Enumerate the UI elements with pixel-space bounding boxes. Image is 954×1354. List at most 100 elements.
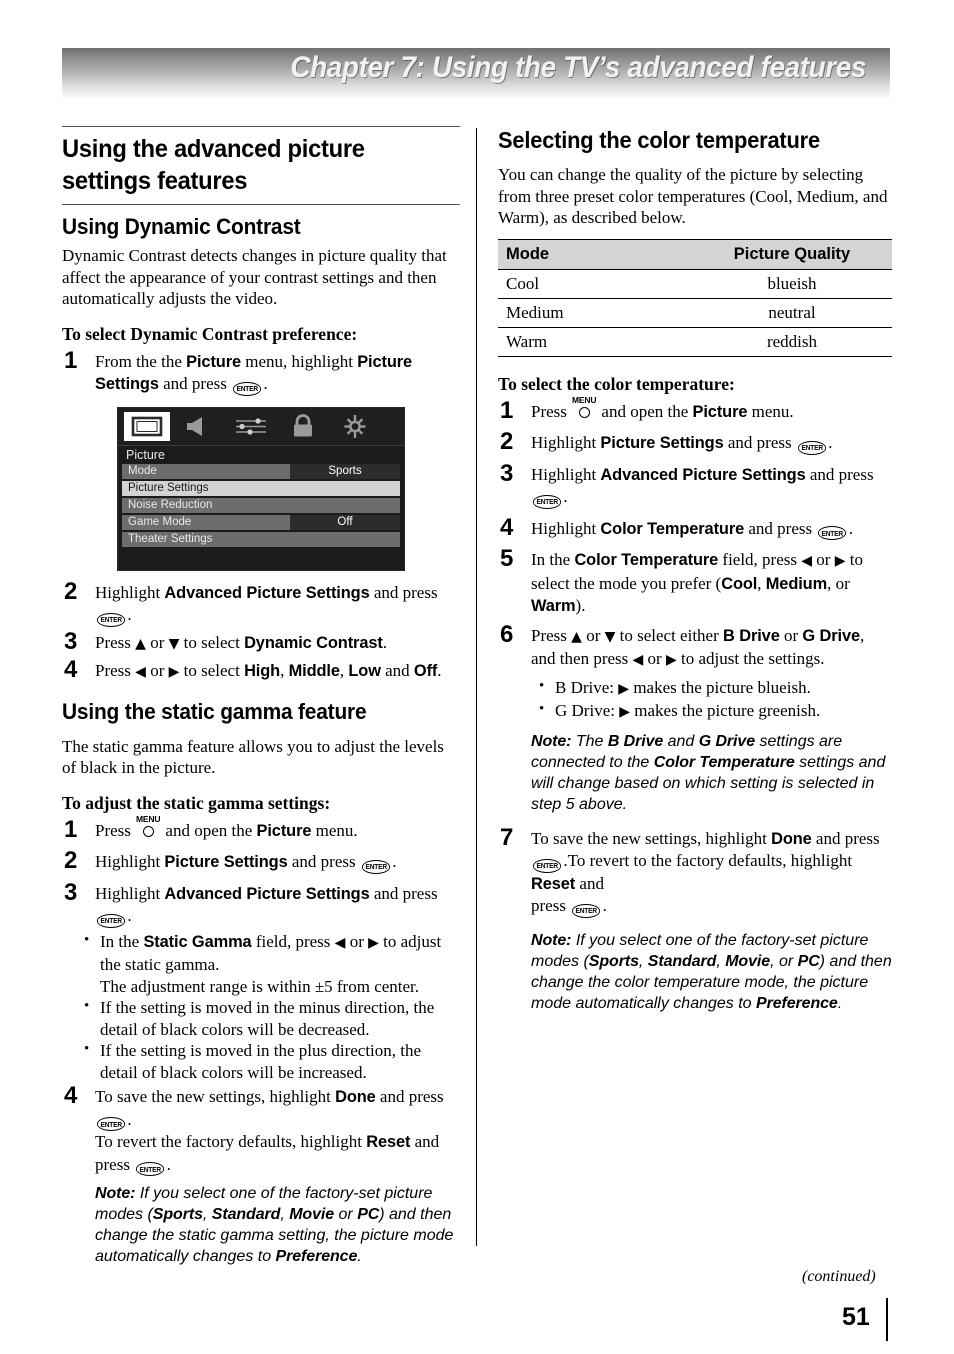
step-text-part: Highlight <box>95 582 165 602</box>
step-number: 2 <box>64 577 78 605</box>
note-text-part: . <box>357 1248 362 1265</box>
enter-icon: ENTER <box>532 858 562 873</box>
table-cell-quality: reddish <box>692 327 892 357</box>
procedure-title-dynamic-contrast: To select Dynamic Contrast preference: <box>62 323 358 344</box>
step-line-2: To revert the factory defaults, highligh… <box>95 1131 460 1176</box>
step-bold-done: Done <box>335 1088 376 1106</box>
bullets-static-gamma: In the Static Gamma field, press ◀ or ▶ … <box>62 930 460 1084</box>
step-bold-picture: Picture <box>256 821 312 840</box>
step-bold-reset: Reset <box>531 874 576 893</box>
tv-menu-body: Picture Mode Sports Picture Settings Noi… <box>118 446 404 547</box>
list-item: If the setting is moved in the plus dire… <box>84 1039 460 1083</box>
tv-menu-row-value: Sports <box>290 463 400 479</box>
step-text-part: field, press <box>718 550 802 569</box>
note-bold-color-temperature: Color Temperature <box>653 753 795 771</box>
step-item: 6 Press ▲ or ▼ to select either B Drive o… <box>498 621 892 815</box>
note-text-part: , <box>638 952 648 970</box>
step-number: 1 <box>500 396 514 424</box>
tv-menu-row-noise-reduction[interactable]: Noise Reduction <box>122 497 400 513</box>
enter-icon: ENTER <box>96 612 126 627</box>
steps-dynamic-contrast-2: 2 Highlight Advanced Picture Settings and… <box>62 577 460 684</box>
step-text-part: Press <box>95 820 136 840</box>
step-text-part: and press <box>375 1087 444 1106</box>
note-text-part: , <box>202 1206 212 1223</box>
continued-label: (continued) <box>802 1268 876 1285</box>
step-bold-warm: Warm <box>531 597 576 615</box>
arrow-left-icon: ◀ <box>334 934 346 951</box>
tv-menu-row-label: Picture Settings <box>122 480 400 496</box>
menu-icon-label: MENU <box>572 394 597 405</box>
arrow-up-icon: ▲ <box>135 635 146 652</box>
step-bold-g-drive: G Drive <box>802 626 860 645</box>
bullet-text-part: G Drive: <box>555 701 620 720</box>
menu-icon-label: MENU <box>136 813 161 824</box>
tv-menu-screenshot: Picture Mode Sports Picture Settings Noi… <box>117 406 405 571</box>
step-item: 3 Highlight Advanced Picture Settings and… <box>62 879 460 928</box>
lock-icon[interactable] <box>280 412 326 441</box>
step-text-part: Highlight <box>531 464 601 484</box>
tv-menu-row-mode[interactable]: Mode Sports <box>122 463 400 479</box>
enter-icon: ENTER <box>96 913 126 928</box>
arrow-up-icon: ▲ <box>571 628 582 645</box>
table-row: Cool blueish <box>498 269 892 299</box>
section-rule-bottom <box>62 204 460 205</box>
table-cell-quality: neutral <box>692 298 892 328</box>
step-text-part: and press <box>287 852 360 871</box>
step-text-part: To revert to the factory defaults, highl… <box>567 851 853 870</box>
step-bold-advanced-picture-settings: Advanced Picture Settings <box>164 583 370 602</box>
setup-icon[interactable] <box>332 412 378 441</box>
column-divider <box>476 128 477 1246</box>
step-text-part: and open the <box>161 820 257 840</box>
step-text-part: and press <box>723 433 796 452</box>
table-cell-mode: Medium <box>498 298 692 328</box>
arrow-right-icon: ▶ <box>368 934 379 951</box>
audio-icon[interactable] <box>176 412 222 441</box>
note-bold-preference: Preference <box>756 994 838 1012</box>
step-text-part: Press <box>95 661 136 680</box>
note-text-part: , or <box>770 952 798 970</box>
left-column: Using the advanced picture settings feat… <box>62 126 460 1272</box>
settings-icon[interactable] <box>228 412 274 441</box>
step-number: 7 <box>500 823 514 851</box>
note-bold-sports: Sports <box>588 952 639 970</box>
step-text-part: . <box>437 661 442 680</box>
step-item: 1 From the the Picture menu, highlight Pi… <box>62 347 460 396</box>
step-text-part: and press <box>811 828 880 848</box>
step-text-part: or <box>581 625 605 645</box>
note-bold-sports: Sports <box>152 1206 203 1223</box>
step-text-part: . <box>127 605 132 624</box>
step-number: 4 <box>64 656 78 683</box>
step-item: 7 To save the new settings, highlight Don… <box>498 823 892 1014</box>
page-number-rule <box>886 1298 888 1341</box>
step-item: 4 To save the new settings, highlight Don… <box>62 1083 460 1267</box>
table-header-row: Mode Picture Quality <box>498 238 892 270</box>
step-text-part: and <box>380 661 414 680</box>
tv-menu-row-theater-settings[interactable]: Theater Settings <box>122 531 400 547</box>
tv-menu-row-game-mode[interactable]: Game Mode Off <box>122 514 400 530</box>
step-bold-b-drive: B Drive <box>723 626 780 645</box>
bullets-drive: B Drive: ▶ makes the picture blueish. G … <box>531 676 892 724</box>
step-bold-picture-settings: Picture Settings <box>600 434 724 452</box>
tv-menu-row-picture-settings[interactable]: Picture Settings <box>122 480 400 496</box>
step-bold-color-temperature: Color Temperature <box>574 551 719 569</box>
note-bold-preference: Preference <box>275 1248 358 1265</box>
note-bold-standard: Standard <box>647 952 717 970</box>
step-text-part: to select <box>179 661 245 680</box>
step-item: 2 Highlight Picture Settings and press EN… <box>62 848 460 874</box>
bullet-text-part: or <box>345 931 369 951</box>
note-picture-mode: Note: If you select one of the factory-s… <box>531 930 892 1014</box>
step-item: 2 Highlight Picture Settings and press EN… <box>498 429 892 455</box>
enter-icon: ENTER <box>96 1117 126 1131</box>
step-text-part: , or <box>827 573 850 593</box>
enter-icon: ENTER <box>136 1162 165 1176</box>
paragraph-color-temperature: You can change the quality of the pictur… <box>498 165 888 227</box>
note-text-part: or <box>334 1206 358 1223</box>
picture-icon[interactable] <box>124 411 170 441</box>
step-item: 3 Highlight Advanced Picture Settings and… <box>498 460 892 509</box>
steps-color-temperature: 1 Press MENU and open the Picture menu. 2… <box>498 395 892 1014</box>
step-bold-low: Low <box>348 662 381 680</box>
step-text-part: . <box>263 374 268 393</box>
tv-menu-row-value: Off <box>290 514 400 530</box>
step-bold-advanced-picture-settings: Advanced Picture Settings <box>600 465 806 484</box>
bullet-text-part: makes the picture blueish. <box>629 677 811 697</box>
